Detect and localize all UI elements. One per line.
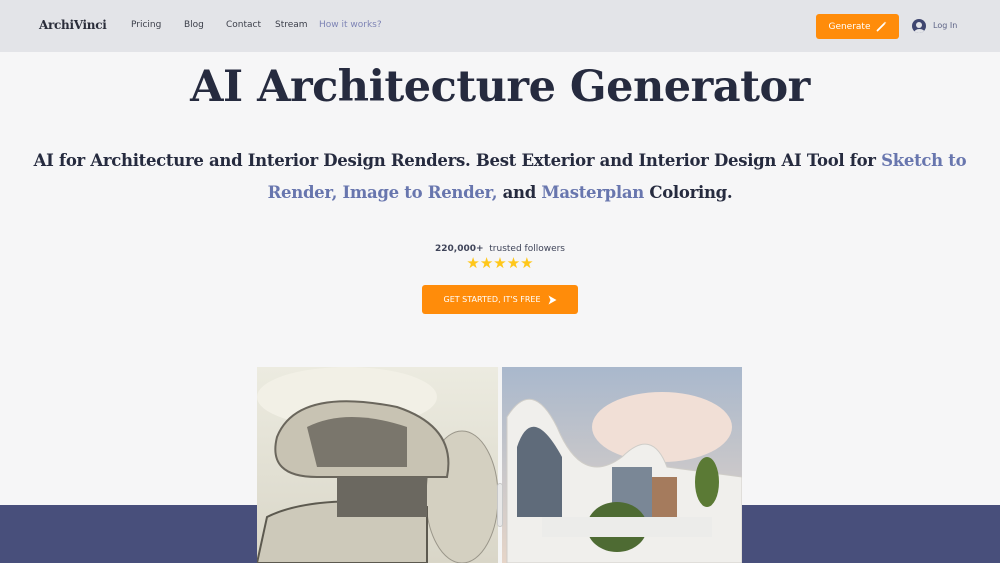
star-icon: ★ [466, 254, 480, 272]
nav-link-blog[interactable]: Blog [184, 20, 204, 30]
star-icon: ★ [520, 254, 534, 272]
login-link[interactable]: Log In [933, 21, 957, 30]
play-arrow-icon [548, 295, 556, 304]
page-title: AI Architecture Generator [190, 62, 810, 112]
get-started-button[interactable]: GET STARTED, IT'S FREE [422, 285, 578, 314]
top-nav: ArchiVinci Pricing Blog Contact Stream H… [0, 0, 1000, 52]
logo[interactable]: ArchiVinci [39, 18, 107, 32]
star-icon: ★ [493, 254, 507, 272]
nav-link-stream[interactable]: Stream [275, 20, 308, 30]
comparison-slider-handle[interactable] [497, 483, 503, 527]
comparison-divider [498, 367, 502, 563]
hero-subtitle: AI for Architecture and Interior Design … [30, 145, 970, 209]
subtitle-text: and [497, 183, 542, 202]
nav-link-how-it-works[interactable]: How it works? [319, 20, 382, 30]
nav-link-pricing[interactable]: Pricing [131, 20, 161, 30]
generate-button[interactable]: Generate [816, 14, 899, 39]
star-icon: ★ [479, 254, 494, 272]
render-image [502, 367, 742, 563]
user-avatar-icon[interactable] [912, 19, 926, 33]
subtitle-highlight-masterplan: Masterplan [541, 183, 644, 202]
subtitle-text: Coloring. [643, 183, 733, 202]
star-icon: ★ [506, 254, 521, 272]
followers-label: trusted followers [489, 244, 565, 254]
generate-label: Generate [828, 21, 871, 32]
sketch-image [257, 367, 498, 563]
magic-wand-icon [876, 21, 886, 32]
followers-info: 220,000+ trusted followers [0, 244, 1000, 254]
followers-count: 220,000+ [434, 244, 484, 254]
rating-stars: ★★★★★ [0, 254, 1000, 272]
nav-link-contact[interactable]: Contact [226, 20, 261, 30]
subtitle-text: AI for Architecture and Interior Design … [33, 151, 882, 170]
get-started-label: GET STARTED, IT'S FREE [443, 295, 541, 304]
